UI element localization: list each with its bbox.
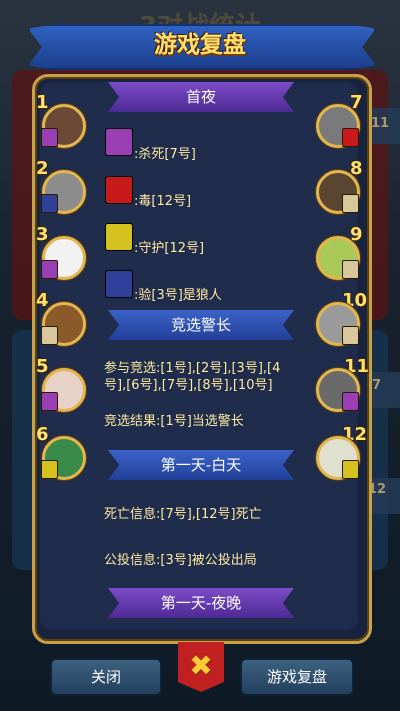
day1-vote-line: 公投信息:[3号]被公投出局 — [104, 553, 257, 568]
seer-badge-icon — [41, 194, 58, 213]
night-action-line: :杀死[7号] — [134, 147, 196, 162]
player-number: 2 — [36, 158, 49, 179]
villager-badge-icon — [41, 326, 58, 345]
guard-role-icon — [105, 223, 133, 251]
werewolf-badge-icon — [41, 392, 58, 411]
villager-badge-icon — [342, 260, 359, 279]
player-number: 3 — [36, 224, 49, 245]
game-review-button[interactable]: 游戏复盘 — [240, 658, 354, 696]
guard-badge-icon — [342, 460, 359, 479]
night-action-line: :毒[12号] — [134, 194, 192, 209]
backdrop-side-number: 11 — [371, 116, 390, 131]
close-button[interactable]: 关闭 — [50, 658, 162, 696]
section-banner-first-night: 首夜 — [108, 82, 294, 112]
witch-role-icon — [105, 176, 133, 204]
section-banner-day1: 第一天-白天 — [108, 450, 294, 480]
player-number: 4 — [36, 290, 49, 311]
page-title: 游戏复盘 — [154, 32, 246, 58]
review-panel-content[interactable] — [40, 82, 358, 630]
section-banner-sheriff: 竞选警长 — [108, 310, 294, 340]
section-banner-night2: 第一天-夜晚 — [108, 588, 294, 618]
sheriff-result-line: 竞选结果:[1号]当选警长 — [104, 414, 244, 429]
villager-badge-icon — [342, 326, 359, 345]
day1-death-line: 死亡信息:[7号],[12号]死亡 — [104, 507, 262, 522]
villager-badge-icon — [342, 194, 359, 213]
player-number: 5 — [36, 356, 49, 377]
close-icon[interactable]: ✖ — [178, 646, 224, 686]
werewolf-badge-icon — [342, 392, 359, 411]
player-number: 6 — [36, 424, 49, 445]
werewolf-badge-icon — [41, 260, 58, 279]
night-action-line: :验[3号]是狼人 — [134, 288, 222, 303]
player-number: 1 — [36, 92, 49, 113]
sheriff-candidates-line2: 号],[6号],[7号],[8号],[10号] — [104, 378, 273, 393]
werewolf-role-icon — [105, 128, 133, 156]
night-action-line: :守护[12号] — [134, 241, 205, 256]
witch-badge-icon — [342, 128, 359, 147]
guard-badge-icon — [41, 460, 58, 479]
seer-role-icon — [105, 270, 133, 298]
backdrop-side-number: 7 — [372, 378, 382, 393]
werewolf-badge-icon — [41, 128, 58, 147]
